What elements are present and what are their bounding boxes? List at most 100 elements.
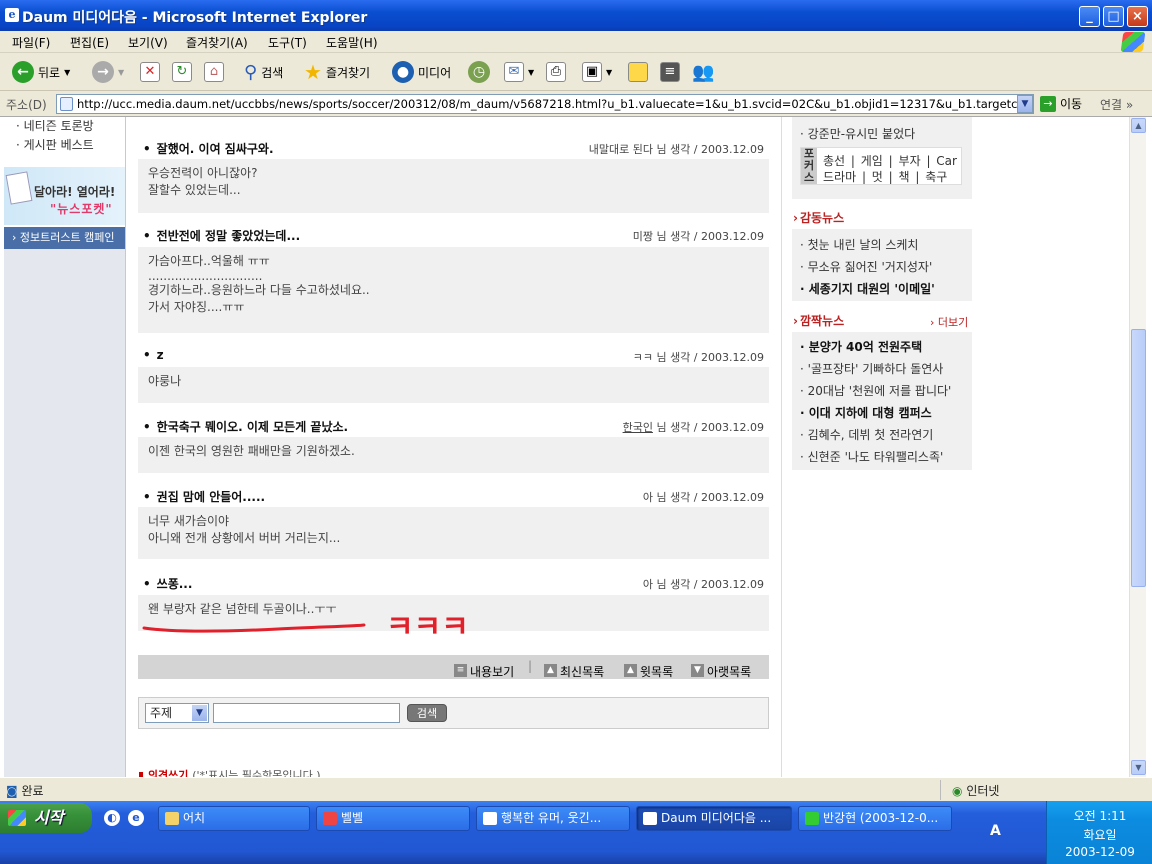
comment-body: 이젠 한국의 영원한 패배만을 기원하겠소. <box>138 437 769 473</box>
comment-author[interactable]: 아 <box>643 578 653 591</box>
latest-list-button[interactable]: ▲ 최신목록 <box>544 659 604 679</box>
back-button[interactable]: ← 뒤로 ▼ <box>12 59 70 85</box>
stop-button[interactable]: ✕ <box>140 59 160 85</box>
comment-author[interactable]: 내말대로 된다 <box>589 143 653 156</box>
newspocket-banner[interactable]: 달아라! 열어라! "뉴스포켓" <box>4 167 125 225</box>
news-link[interactable]: 첫눈 내린 날의 스케치 <box>800 236 919 253</box>
comment-author[interactable]: 미짱 <box>633 230 653 243</box>
quicklaunch-ie-icon[interactable]: e <box>128 810 144 826</box>
focus-link[interactable]: 책 <box>899 170 910 184</box>
focus-link[interactable]: 게임 <box>861 154 883 168</box>
task-messenger[interactable]: 벨벨 <box>316 806 470 831</box>
focus-link[interactable]: 멋 <box>872 170 883 184</box>
menu-favorites[interactable]: 즐겨찾기(A) <box>186 34 248 51</box>
task-label: 행복한 유머, 웃긴... <box>501 811 602 825</box>
mail-icon: ✉ <box>504 62 524 82</box>
news-link[interactable]: 강준만-유시민 붙었다 <box>800 125 916 142</box>
comment-title[interactable]: 권집 맘에 안들어..... <box>143 488 265 505</box>
news-link[interactable]: 무소유 짊어진 '거지성자' <box>800 258 933 275</box>
next-list-button[interactable]: ▼ 아랫목록 <box>691 659 751 679</box>
history-button[interactable]: ◷ <box>468 59 490 85</box>
menu-tools[interactable]: 도구(T) <box>268 34 307 51</box>
nav-item-best[interactable]: · 게시판 베스트 <box>16 136 94 153</box>
task-daum[interactable]: Daum 미디어다음 ... <box>636 806 792 831</box>
comment-date: 님 생각 / 2003.12.09 <box>656 491 764 504</box>
scroll-up-icon[interactable]: ▲ <box>1131 118 1146 133</box>
news-link[interactable]: 김혜수, 데뷔 첫 전라연기 <box>800 426 934 443</box>
menu-file[interactable]: 파일(F) <box>12 34 50 51</box>
refresh-button[interactable]: ↻ <box>172 59 192 85</box>
comment-title[interactable]: 쓰퐁... <box>143 575 193 592</box>
address-dropdown-icon[interactable]: ▼ <box>1017 95 1033 113</box>
news-link[interactable]: 세종기지 대원의 '이메일' <box>800 280 935 297</box>
view-content-button[interactable]: ≡ 내용보기 <box>454 659 514 679</box>
comment-author[interactable]: 한국인 <box>623 421 653 434</box>
scroll-thumb[interactable] <box>1131 329 1146 587</box>
maximize-button[interactable]: □ <box>1103 6 1124 27</box>
task-chat[interactable]: 반강현 (2003-12-0... <box>798 806 952 831</box>
focus-link[interactable]: 총선 <box>823 154 845 168</box>
task-humor[interactable]: 행복한 유머, 웃긴... <box>476 806 630 831</box>
print-button[interactable]: ⎙ <box>546 59 566 85</box>
status-text: ◙ 완료 <box>6 782 44 799</box>
comment-title[interactable]: z <box>143 348 164 362</box>
minimize-button[interactable]: _ <box>1079 6 1100 27</box>
campaign-label: 정보트러스트 캠페인 <box>19 231 115 244</box>
surprise-news-title[interactable]: 깜짝뉴스 <box>793 312 844 329</box>
comment-date: 님 생각 / 2003.12.09 <box>656 230 764 243</box>
news-link[interactable]: 이대 지하에 대형 캠퍼스 <box>800 404 932 421</box>
go-button[interactable]: → 이동 <box>1040 95 1082 112</box>
folder-icon <box>165 812 179 825</box>
news-link[interactable]: 분양가 40억 전원주택 <box>800 338 922 355</box>
menu-help[interactable]: 도움말(H) <box>326 34 378 51</box>
nav-item-label: 게시판 베스트 <box>23 138 94 152</box>
edit-button[interactable]: ▣ ▼ <box>582 59 612 85</box>
scroll-down-icon[interactable]: ▼ <box>1131 760 1146 775</box>
comment-title[interactable]: 잘했어. 이여 짐싸구와. <box>143 140 274 157</box>
ime-indicator[interactable]: A <box>990 823 1001 839</box>
task-label: 반강현 (2003-12-0... <box>823 811 939 825</box>
comment-title[interactable]: 전반전에 정말 좋았었는데... <box>143 227 300 244</box>
search-submit-button[interactable]: 검색 <box>407 704 447 722</box>
task-folder[interactable]: 어치 <box>158 806 310 831</box>
forward-button[interactable]: → ▼ <box>92 59 124 85</box>
comment-author[interactable]: 아 <box>643 491 653 504</box>
menu-edit[interactable]: 편집(E) <box>70 34 109 51</box>
clock-time[interactable]: 오전 1:11 <box>1047 807 1152 824</box>
news-link[interactable]: 20대남 '천원에 저를 팝니다' <box>800 382 952 399</box>
links-button[interactable]: 연결 » <box>1100 96 1133 113</box>
campaign-link[interactable]: › 정보트러스트 캠페인 <box>4 227 125 249</box>
messenger-button[interactable]: 👥 <box>692 59 714 85</box>
focus-link[interactable]: 축구 <box>925 170 947 184</box>
start-button[interactable]: 시작 <box>0 803 92 833</box>
banner-line1: 달아라! 열어라! <box>34 185 116 199</box>
close-button[interactable]: × <box>1127 6 1148 27</box>
prev-list-button[interactable]: ▲ 윗목록 <box>624 659 673 679</box>
comment-title[interactable]: 한국축구 뭬이오. 이제 모든게 끝났소. <box>143 418 348 435</box>
address-input[interactable]: http://ucc.media.daum.net/uccbbs/news/sp… <box>56 94 1034 114</box>
research-button[interactable]: ≡ <box>660 59 680 85</box>
focus-link[interactable]: Car <box>936 154 957 168</box>
mail-button[interactable]: ✉ ▼ <box>504 59 534 85</box>
discuss-button[interactable] <box>628 59 648 85</box>
home-button[interactable]: ⌂ <box>204 59 224 85</box>
search-type-select[interactable]: 주제 ▼ <box>145 703 209 723</box>
more-link[interactable]: › 더보기 <box>930 314 968 330</box>
news-link[interactable]: '골프장타' 기빠하다 돌연사 <box>800 360 944 377</box>
window-title: Daum 미디어다음 - Microsoft Internet Explorer <box>22 10 368 26</box>
page-done-icon: ◙ <box>6 784 18 798</box>
news-link[interactable]: 신현준 '나도 타워팰리스족' <box>800 448 944 465</box>
focus-link[interactable]: 부자 <box>899 154 921 168</box>
menu-view[interactable]: 보기(V) <box>128 34 168 51</box>
vertical-scrollbar[interactable]: ▲ ▼ <box>1129 117 1146 777</box>
focus-link[interactable]: 드라마 <box>823 170 856 184</box>
title-bar[interactable]: e Daum 미디어다음 - Microsoft Internet Explor… <box>0 0 1152 31</box>
emotion-news-title[interactable]: 감동뉴스 <box>793 209 844 226</box>
nav-item-forum[interactable]: · 네티즌 토론방 <box>16 117 94 134</box>
search-button[interactable]: ⚲ 검색 <box>244 59 283 85</box>
comment-author[interactable]: ㅋㅋ <box>633 351 653 364</box>
quicklaunch-desktop-icon[interactable]: ◐ <box>104 810 120 826</box>
media-button[interactable]: ● 미디어 <box>392 59 451 85</box>
search-input[interactable] <box>213 703 400 723</box>
favorites-button[interactable]: ★ 즐겨찾기 <box>304 59 370 85</box>
